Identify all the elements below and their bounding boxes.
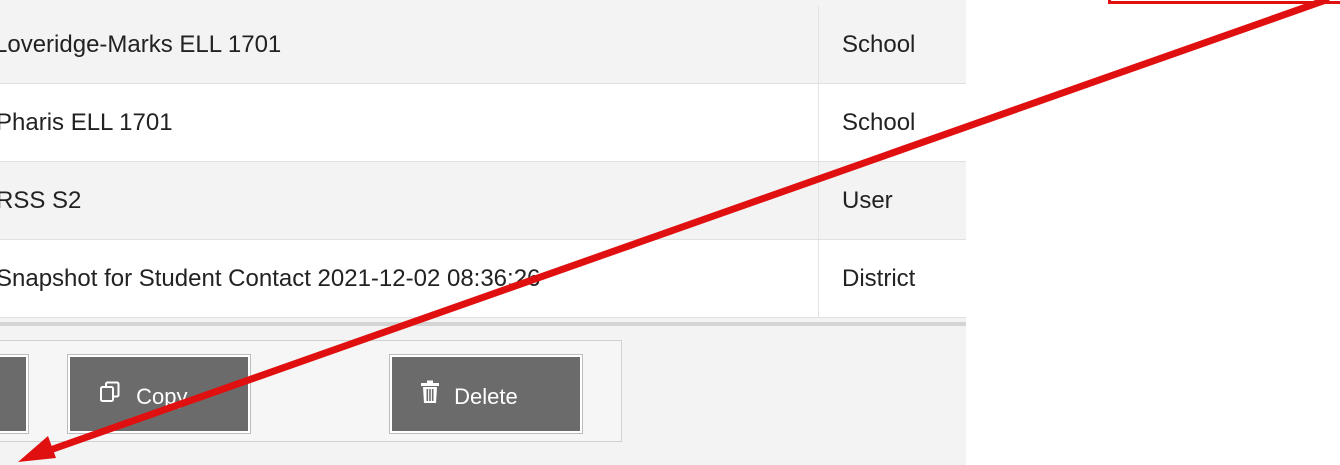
row-name: RSS S2 [0,187,82,214]
row-name: Snapshot for Student Contact 2021-12-02 … [0,265,541,292]
table-row[interactable]: Snapshot for Student Contact 2021-12-02 … [0,240,966,318]
delete-button-label: Delete [454,384,518,410]
partial-button[interactable] [0,355,28,433]
row-type: School [842,109,916,136]
copy-button-label: Copy [136,384,188,410]
row-type: School [842,31,916,58]
copy-button[interactable]: Copy [68,355,250,433]
table-row[interactable]: Pharis ELL 1701 School [0,84,966,162]
trash-icon [420,358,440,436]
annotation-highlight-box [1108,0,1340,4]
row-type: District [842,265,916,292]
row-name: Loveridge-Marks ELL 1701 [0,31,282,58]
table-row[interactable]: RSS S2 User [0,162,966,240]
column-divider [818,6,819,84]
filter-list-panel: Loveridge-Marks ELL 1701 School Pharis E… [0,0,966,465]
column-divider [818,84,819,162]
column-divider [818,162,819,240]
row-type: User [842,187,893,214]
delete-button[interactable]: Delete [390,355,582,433]
copy-icon [98,358,122,436]
column-divider [818,240,819,318]
table-row[interactable]: Loveridge-Marks ELL 1701 School [0,6,966,84]
toolbar-separator [0,322,966,326]
row-name: Pharis ELL 1701 [0,109,173,136]
